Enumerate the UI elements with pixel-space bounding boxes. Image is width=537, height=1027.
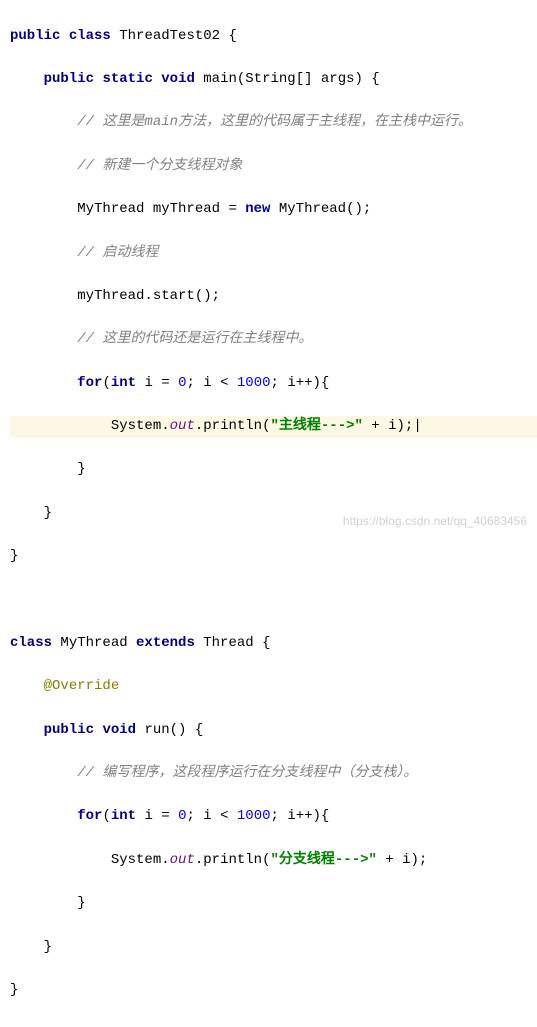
- code-text: MyThread: [52, 635, 136, 651]
- blank-line: [10, 590, 537, 612]
- code-line: }: [10, 459, 537, 481]
- code-text: MyThread();: [270, 201, 371, 217]
- code-line: // 这里的代码还是运行在主线程中。: [10, 329, 537, 351]
- comment: // 这里的代码还是运行在主线程中。: [77, 331, 312, 347]
- code-line-highlighted: System.out.println("主线程--->" + i);|: [10, 416, 537, 438]
- code-text: }: [44, 505, 52, 521]
- comment: // 新建一个分支线程对象: [77, 158, 242, 174]
- comment: // 编写程序，这段程序运行在分支线程中（分支栈）。: [77, 765, 417, 781]
- kw-extends: extends: [136, 635, 195, 651]
- code-line: System.out.println("分支线程--->" + i);: [10, 850, 537, 872]
- code-text: ; i++){: [271, 375, 330, 391]
- kw-new: new: [245, 201, 270, 217]
- kw-for: for: [77, 375, 102, 391]
- caret-icon: |: [413, 418, 421, 434]
- code-text: (: [102, 808, 110, 824]
- code-line: // 启动线程: [10, 243, 537, 265]
- code-text: }: [77, 461, 85, 477]
- code-line: MyThread myThread = new MyThread();: [10, 199, 537, 221]
- string: "分支线程--->": [270, 852, 376, 868]
- code-text: .println(: [195, 418, 271, 434]
- code-line: }: [10, 893, 537, 915]
- code-line: }: [10, 980, 537, 1002]
- code-text: i =: [136, 375, 178, 391]
- code-line: // 新建一个分支线程对象: [10, 156, 537, 178]
- kw-public: public: [44, 71, 94, 87]
- kw-int: int: [111, 808, 136, 824]
- code-line: }: [10, 546, 537, 568]
- code-text: + i);: [377, 852, 427, 868]
- code-text: ; i <: [186, 808, 236, 824]
- code-line: public void run() {: [10, 720, 537, 742]
- code-text: MyThread myThread =: [77, 201, 245, 217]
- code-text: }: [10, 548, 18, 564]
- comment: // 启动线程: [77, 245, 158, 261]
- number: 1000: [237, 375, 271, 391]
- code-text: Thread {: [195, 635, 271, 651]
- code-text: ThreadTest02 {: [111, 28, 237, 44]
- kw-void: void: [161, 71, 195, 87]
- field-out: out: [170, 418, 195, 434]
- code-text: myThread.start();: [77, 288, 220, 304]
- kw-class: class: [10, 635, 52, 651]
- code-text: + i);: [363, 418, 413, 434]
- code-line: class MyThread extends Thread {: [10, 633, 537, 655]
- annotation: @Override: [44, 678, 120, 694]
- code-text: }: [44, 939, 52, 955]
- comment: // 这里是main方法，这里的代码属于主线程，在主栈中运行。: [77, 114, 472, 130]
- code-text: (: [102, 375, 110, 391]
- code-line: // 编写程序，这段程序运行在分支线程中（分支栈）。: [10, 763, 537, 785]
- code-text: i =: [136, 808, 178, 824]
- number: 0: [178, 808, 186, 824]
- kw-static: static: [102, 71, 152, 87]
- kw-public: public: [10, 28, 60, 44]
- code-text: }: [77, 895, 85, 911]
- code-text: main(String[] args) {: [195, 71, 380, 87]
- code-text: .println(: [195, 852, 271, 868]
- code-line: myThread.start();: [10, 286, 537, 308]
- kw-class: class: [69, 28, 111, 44]
- code-text: ; i++){: [271, 808, 330, 824]
- kw-void: void: [102, 722, 136, 738]
- code-text: System.: [111, 418, 170, 434]
- number: 1000: [237, 808, 271, 824]
- code-line: // 这里是main方法，这里的代码属于主线程，在主栈中运行。: [10, 112, 537, 134]
- kw-public: public: [44, 722, 94, 738]
- field-out: out: [170, 852, 195, 868]
- code-line: public class ThreadTest02 {: [10, 26, 537, 48]
- code-line: for(int i = 0; i < 1000; i++){: [10, 806, 537, 828]
- code-line: public static void main(String[] args) {: [10, 69, 537, 91]
- code-line: for(int i = 0; i < 1000; i++){: [10, 373, 537, 395]
- watermark: https://blog.csdn.net/qq_40683456: [343, 512, 527, 531]
- code-text: run() {: [136, 722, 203, 738]
- kw-int: int: [111, 375, 136, 391]
- code-text: }: [10, 982, 18, 998]
- kw-for: for: [77, 808, 102, 824]
- code-line: @Override: [10, 676, 537, 698]
- string: "主线程--->": [270, 418, 362, 434]
- code-text: System.: [111, 852, 170, 868]
- code-line: }: [10, 937, 537, 959]
- code-text: ; i <: [186, 375, 236, 391]
